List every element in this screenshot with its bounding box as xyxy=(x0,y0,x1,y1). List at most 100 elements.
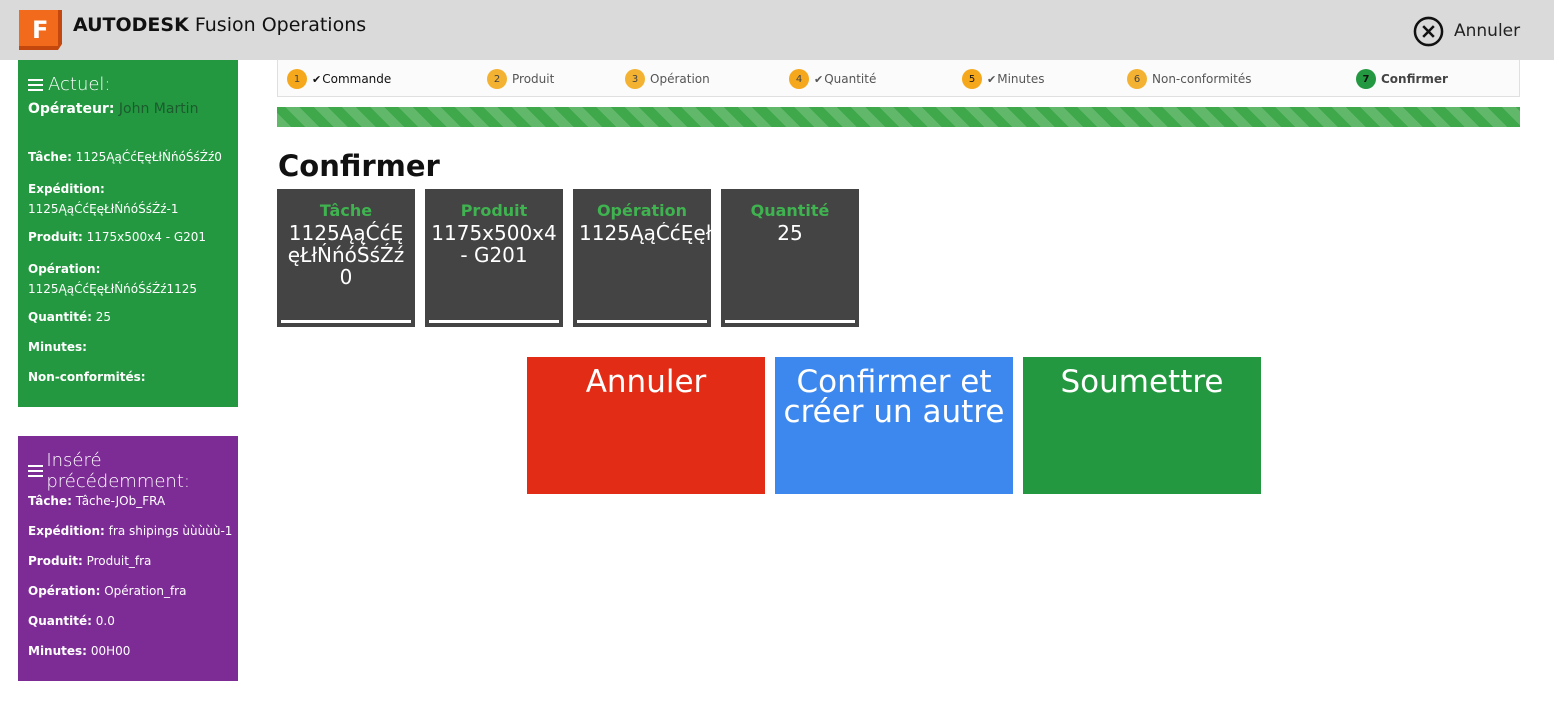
step-number: 2 xyxy=(487,69,507,89)
operator-label: Opérateur xyxy=(28,101,109,117)
previous-panel: Inséré précédemment: Tâche: Tâche-JOb_FR… xyxy=(18,436,238,681)
field-value: Tâche-JOb_FRA xyxy=(75,494,166,508)
field-value: 1175x500x4 - G201 xyxy=(86,230,207,244)
previous-row-task: Tâche: Tâche-JOb_FRA xyxy=(28,494,166,508)
step-number: 3 xyxy=(625,69,645,89)
step-label: Non-conformités xyxy=(1152,72,1252,86)
previous-row-shipment: Expédition: fra shipings ùùùùù-1 xyxy=(28,524,233,538)
field-value: fra shipings ùùùùù-1 xyxy=(108,524,233,538)
previous-title-text: Inséré précédemment: xyxy=(46,450,190,492)
field-label: Tâche xyxy=(28,150,68,164)
current-title-text: Actuel: xyxy=(48,74,111,95)
card-underline xyxy=(725,320,855,323)
wizard-stepper: 1 ✔ Commande 2 Produit 3 Opération 4 ✔ Q… xyxy=(277,60,1520,97)
summary-card-operation[interactable]: Opération 1125ĄąĆćĘęł xyxy=(573,189,711,327)
summary-card-task[interactable]: Tâche 1125ĄąĆćĘęŁłŃńóŚśŹź0 xyxy=(277,189,415,327)
card-value: 25 xyxy=(777,221,803,245)
card-underline xyxy=(429,320,559,323)
confirm-and-create-another-button[interactable]: Confirmer et créer un autre xyxy=(775,357,1013,494)
field-value: Produit_fra xyxy=(86,554,152,568)
step-label: Produit xyxy=(512,72,555,86)
field-label: Non-conformités xyxy=(28,370,141,384)
operator-row: Opérateur: John Martin xyxy=(28,101,199,117)
card-label: Produit xyxy=(460,201,528,220)
current-row-quantity: Quantité: 25 xyxy=(28,310,112,324)
checkmark-icon: ✔ xyxy=(814,72,824,86)
step-label: Opération xyxy=(650,72,710,86)
svg-text:F: F xyxy=(32,16,48,44)
current-row-shipment: Expédition: 1125ĄąĆćĘęŁłŃńóŚśŹź-1 xyxy=(28,182,179,216)
field-value: 1125ĄąĆćĘęŁłŃńóŚśŹź1125 xyxy=(28,282,198,296)
card-label: Opération xyxy=(596,201,688,220)
step-number: 1 xyxy=(287,69,307,89)
step-number: 4 xyxy=(789,69,809,89)
current-row-operation: Opération: 1125ĄąĆćĘęŁłŃńóŚśŹź1125 xyxy=(28,262,198,296)
card-value: 1125ĄąĆćĘęł xyxy=(579,222,711,244)
current-panel: Actuel: Opérateur: John Martin Tâche: 11… xyxy=(18,60,238,407)
field-value: 1125ĄąĆćĘęŁłŃńóŚśŹź0 xyxy=(75,150,222,164)
card-underline xyxy=(577,320,707,323)
card-label: Tâche xyxy=(319,201,373,220)
checkmark-icon: ✔ xyxy=(312,72,322,86)
field-label: Tâche xyxy=(28,494,68,508)
step-number: 7 xyxy=(1356,69,1376,89)
checkmark-icon: ✔ xyxy=(987,72,997,86)
field-value: Opération_fra xyxy=(104,584,187,598)
step-product[interactable]: 2 Produit xyxy=(487,69,554,89)
app-header: F AUTODESK Fusion Operations Annuler xyxy=(0,0,1554,60)
menu-icon xyxy=(28,78,43,91)
field-label: Expédition xyxy=(28,524,101,538)
current-panel-title: Actuel: xyxy=(28,74,228,95)
card-value: 1175x500x4 - G201 xyxy=(431,221,557,267)
step-label: Commande xyxy=(322,72,392,86)
close-circle-icon xyxy=(1413,16,1444,46)
card-label: Quantité xyxy=(750,201,830,220)
field-label: Minutes xyxy=(28,644,83,658)
summary-card-quantity[interactable]: Quantité 25 xyxy=(721,189,859,327)
app-brand: AUTODESK Fusion Operations xyxy=(73,14,366,36)
field-label: Produit xyxy=(28,230,78,244)
step-number: 5 xyxy=(962,69,982,89)
current-row-minutes: Minutes: xyxy=(28,340,87,354)
header-cancel-button[interactable]: Annuler xyxy=(1413,15,1520,47)
submit-button[interactable]: Soumettre xyxy=(1023,357,1261,494)
brand-product: Fusion Operations xyxy=(194,14,367,36)
step-minutes[interactable]: 5 ✔ Minutes xyxy=(962,69,1044,89)
field-label: Opération xyxy=(28,262,96,276)
wizard-progress-bar xyxy=(277,107,1520,127)
field-value: 1125ĄąĆćĘęŁłŃńóŚśŹź-1 xyxy=(28,202,179,216)
step-order[interactable]: 1 ✔ Commande xyxy=(287,69,391,89)
step-nonconformities[interactable]: 6 Non-conformités xyxy=(1127,69,1251,89)
previous-row-quantity: Quantité: 0.0 xyxy=(28,614,115,628)
card-underline xyxy=(281,320,411,323)
fusion-logo-icon: F xyxy=(19,10,62,50)
field-label: Produit xyxy=(28,554,78,568)
menu-icon xyxy=(28,465,43,477)
page-title: Confirmer xyxy=(278,149,440,183)
step-label: Quantité xyxy=(824,72,877,86)
card-value: 1125ĄąĆćĘęŁłŃńóŚśŹź0 xyxy=(287,221,405,289)
previous-row-minutes: Minutes: 00H00 xyxy=(28,644,131,658)
current-row-task: Tâche: 1125ĄąĆćĘęŁłŃńóŚśŹź0 xyxy=(28,150,222,164)
field-label: Opération xyxy=(28,584,96,598)
summary-card-product[interactable]: Produit 1175x500x4 - G201 xyxy=(425,189,563,327)
step-label: Confirmer xyxy=(1381,72,1448,86)
field-label: Quantité xyxy=(28,614,88,628)
field-label: Minutes xyxy=(28,340,83,354)
previous-row-operation: Opération: Opération_fra xyxy=(28,584,187,598)
current-row-nonconformities: Non-conformités: xyxy=(28,370,146,384)
field-value: 25 xyxy=(95,310,112,324)
step-confirm[interactable]: 7 Confirmer xyxy=(1356,69,1448,89)
cancel-button[interactable]: Annuler xyxy=(527,357,765,494)
field-value: 0.0 xyxy=(95,614,115,628)
step-label: Minutes xyxy=(997,72,1045,86)
step-operation[interactable]: 3 Opération xyxy=(625,69,710,89)
header-cancel-label: Annuler xyxy=(1454,21,1521,41)
step-number: 6 xyxy=(1127,69,1147,89)
step-quantity[interactable]: 4 ✔ Quantité xyxy=(789,69,876,89)
current-row-product: Produit: 1175x500x4 - G201 xyxy=(28,230,207,244)
field-label: Expédition xyxy=(28,182,101,196)
previous-panel-title: Inséré précédemment: xyxy=(28,450,228,492)
field-label: Quantité xyxy=(28,310,88,324)
previous-row-product: Produit: Produit_fra xyxy=(28,554,152,568)
